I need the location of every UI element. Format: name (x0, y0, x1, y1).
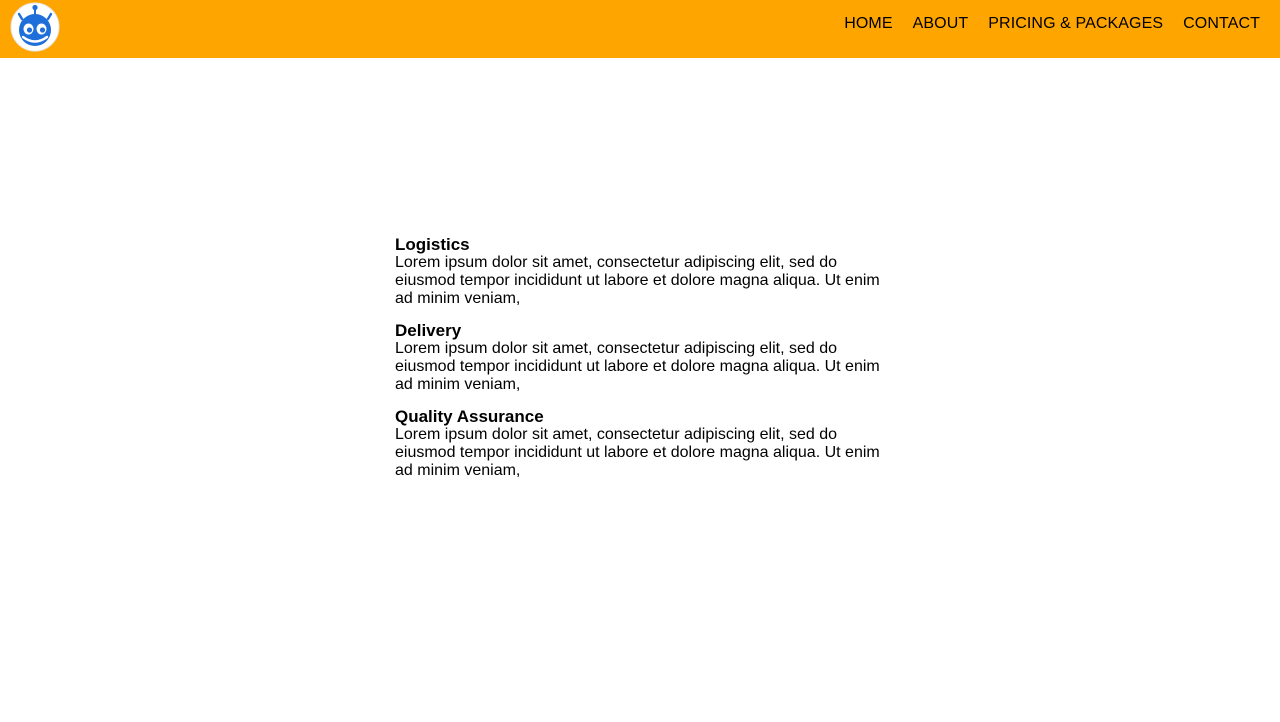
robot-icon (10, 2, 60, 52)
nav-home-link[interactable]: HOME (844, 14, 892, 34)
logo-link[interactable] (10, 2, 60, 52)
main-nav: HOME ABOUT PRICING & PACKAGES CONTACT (844, 14, 1260, 34)
service-item-quality-assurance: Quality Assurance Lorem ipsum dolor sit … (395, 408, 895, 480)
services-list: Logistics Lorem ipsum dolor sit amet, co… (395, 236, 895, 494)
nav-contact-link[interactable]: CONTACT (1183, 14, 1260, 34)
service-item-logistics: Logistics Lorem ipsum dolor sit amet, co… (395, 236, 895, 308)
service-item-delivery: Delivery Lorem ipsum dolor sit amet, con… (395, 322, 895, 394)
service-title: Logistics (395, 235, 470, 254)
service-title: Delivery (395, 321, 462, 340)
nav-pricing-link[interactable]: PRICING & PACKAGES (988, 14, 1163, 34)
site-header: HOME ABOUT PRICING & PACKAGES CONTACT (0, 0, 1280, 58)
service-description: Lorem ipsum dolor sit amet, consectetur … (395, 340, 880, 393)
service-description: Lorem ipsum dolor sit amet, consectetur … (395, 254, 880, 307)
nav-about-link[interactable]: ABOUT (913, 14, 969, 34)
service-description: Lorem ipsum dolor sit amet, consectetur … (395, 426, 880, 479)
service-title: Quality Assurance (395, 407, 544, 426)
